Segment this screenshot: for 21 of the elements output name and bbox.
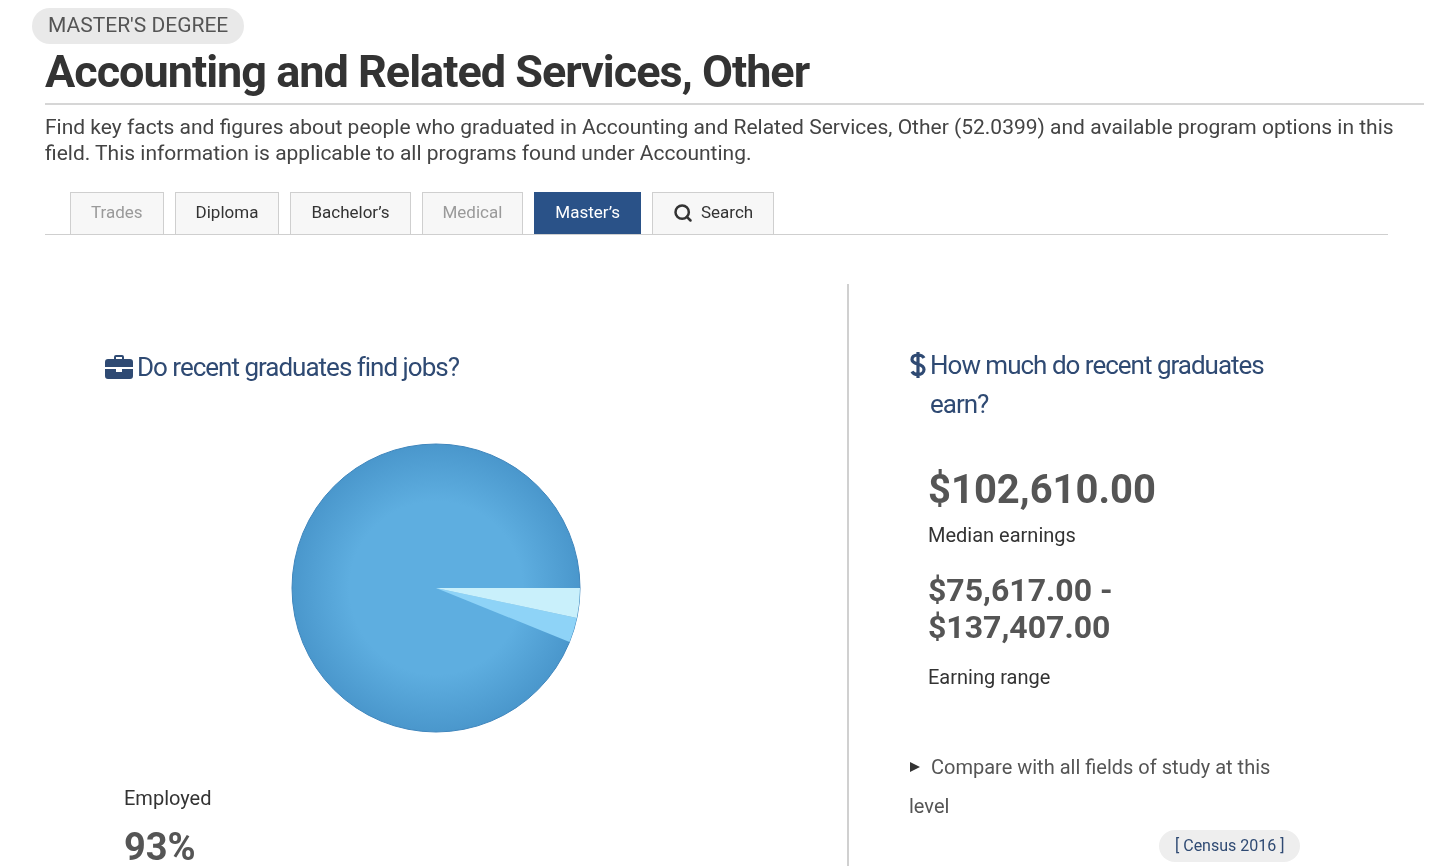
stat-label: Employed <box>124 784 213 812</box>
description: Find key facts and figures about people who graduated in Accounting and Related Services, Other (52.0399) and available program options in this field. This information is applicable to all programs found under Accounting. <box>45 113 1395 166</box>
tab[interactable]: Bachelor’s <box>290 191 411 234</box>
dollar-icon <box>909 350 927 379</box>
degree-badge: MASTER'S DEGREE <box>32 8 245 44</box>
earning-range-label: Earning range <box>928 663 1052 691</box>
section-heading: How much do recent graduates earn? <box>930 348 1265 421</box>
stat-value: 93% <box>124 823 197 866</box>
source-badge: [ Census 2016 ] <box>1159 829 1301 862</box>
earning-range-value: $75,617.00 - $137,407.00 <box>928 571 1114 646</box>
median-earnings-value: $102,610.00 <box>928 465 1157 514</box>
tab[interactable]: Search <box>651 191 775 234</box>
briefcase-icon <box>105 355 133 379</box>
search-icon <box>672 203 693 223</box>
median-earnings-label: Median earnings <box>928 521 1077 549</box>
page-title: Accounting and Related Services, Other <box>45 43 811 100</box>
tab[interactable]: Master’s <box>534 191 641 234</box>
section-heading: Do recent graduates find jobs? <box>137 350 459 384</box>
disclosure-triangle-icon <box>909 760 921 773</box>
tab[interactable]: Diploma <box>174 191 280 234</box>
compare-toggle[interactable]: Compare with all fields of study at this level <box>909 747 1309 826</box>
